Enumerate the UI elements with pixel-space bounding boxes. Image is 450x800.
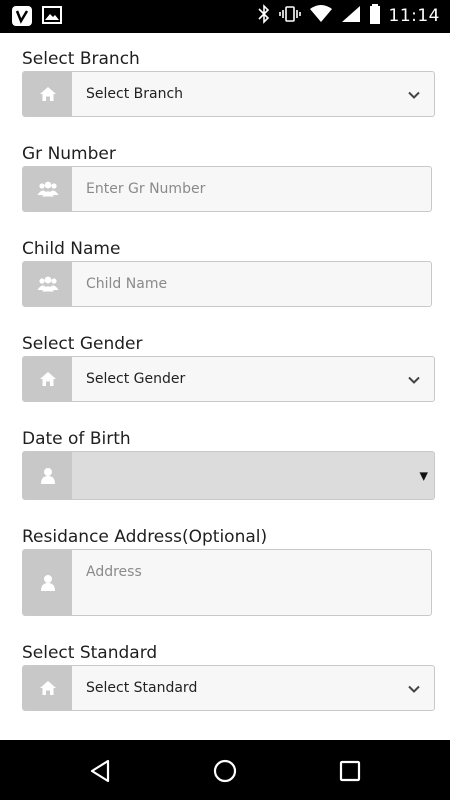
bluetooth-icon [257, 4, 271, 28]
navigation-bar [0, 740, 450, 800]
gender-select[interactable]: Select Gender [22, 356, 435, 402]
user-icon [23, 452, 72, 499]
registration-form: Select Branch Select Branch Gr Number En… [0, 33, 450, 740]
user-icon [23, 550, 72, 615]
branch-label: Select Branch [22, 49, 140, 69]
wifi-icon [309, 5, 333, 27]
users-icon [23, 262, 72, 306]
vibrate-icon [278, 5, 301, 27]
branch-select-value: Select Branch [86, 86, 184, 102]
child-name-placeholder: Child Name [86, 276, 168, 292]
chevron-down-icon [408, 679, 420, 698]
battery-icon [369, 4, 381, 28]
home-circle-icon[interactable] [210, 756, 240, 786]
child-name-input[interactable]: Child Name [22, 261, 432, 307]
standard-select[interactable]: Select Standard [22, 665, 435, 711]
image-icon [42, 6, 62, 30]
standard-select-value: Select Standard [86, 680, 198, 696]
gender-label: Select Gender [22, 334, 143, 354]
child-name-label: Child Name [22, 239, 121, 259]
home-icon [23, 666, 72, 710]
gr-number-label: Gr Number [22, 144, 116, 164]
address-textarea[interactable]: Address [22, 549, 432, 616]
signal-icon [341, 5, 361, 27]
standard-label: Select Standard [22, 643, 158, 663]
gender-select-value: Select Gender [86, 371, 186, 387]
dob-label: Date of Birth [22, 429, 131, 449]
back-icon[interactable] [85, 756, 115, 786]
gr-number-input[interactable]: Enter Gr Number [22, 166, 432, 212]
chevron-down-icon [408, 370, 420, 389]
status-bar: 11:14 [0, 0, 450, 33]
home-icon [23, 72, 72, 116]
dropdown-arrow-icon: ▼ [419, 469, 428, 482]
chevron-down-icon [408, 85, 420, 104]
recents-icon[interactable] [335, 756, 365, 786]
home-icon [23, 357, 72, 401]
address-label: Residance Address(Optional) [22, 527, 268, 547]
dob-picker[interactable]: ▼ [22, 451, 435, 500]
address-placeholder: Address [86, 564, 142, 580]
vine-app-icon [12, 6, 32, 30]
gr-number-placeholder: Enter Gr Number [86, 181, 206, 197]
users-icon [23, 167, 72, 211]
branch-select[interactable]: Select Branch [22, 71, 435, 117]
clock-time: 11:14 [388, 6, 440, 26]
